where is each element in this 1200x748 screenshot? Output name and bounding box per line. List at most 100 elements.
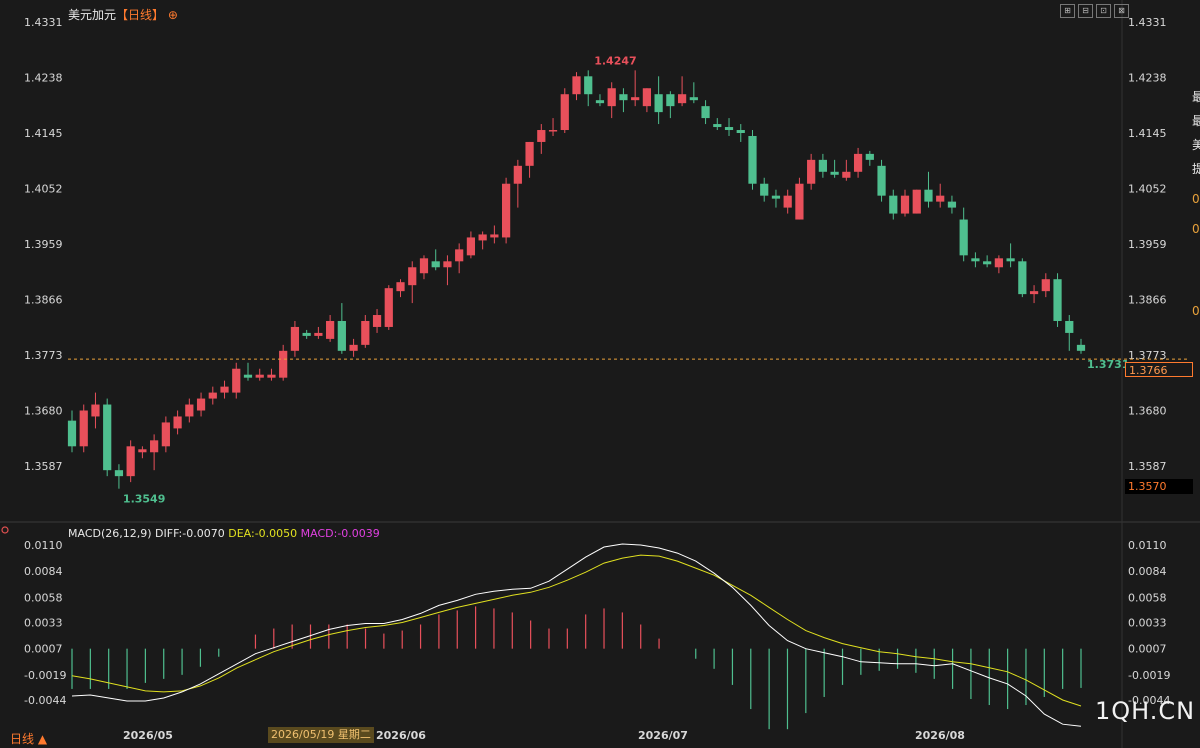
candle-body (255, 374, 264, 378)
macd-axis-label-right: 0.0033 (1128, 617, 1167, 630)
chart-canvas[interactable]: 1.4331 1.4331 1.4238 1.4238 1.4145 1.4145 1.40… (0, 0, 1200, 748)
candle-body (103, 404, 112, 471)
candle-body (584, 76, 593, 95)
candle-body (724, 127, 734, 131)
candle-body (983, 261, 992, 265)
time-axis-label: 2026/07 (638, 729, 688, 742)
chart-toolbar: ⊞ ⊟ ⊡ ⊠ (1060, 4, 1129, 18)
timeframe-selector[interactable]: 日线 ▲ (10, 730, 47, 747)
candle-body (501, 183, 511, 238)
candle-body (560, 94, 569, 131)
candle-body (243, 374, 253, 378)
candle-body (971, 258, 980, 262)
candle-body (548, 130, 558, 132)
candle-body (900, 195, 910, 214)
expand-icon[interactable]: ⊞ (1060, 4, 1075, 18)
add-icon[interactable]: ⊕ (168, 8, 178, 22)
price-axis-label-right: 1.4052 (1128, 183, 1167, 196)
candle-body (79, 410, 88, 447)
candle-body (631, 97, 640, 101)
candle-body (572, 76, 581, 95)
time-axis-label: 2026/06 (376, 729, 426, 742)
candle-body (947, 201, 957, 208)
candle-body (419, 258, 429, 274)
candle-body (208, 392, 217, 399)
candle-body (455, 249, 464, 262)
macd-axis-label-left: 0.0110 (24, 539, 63, 552)
collapse-icon[interactable]: ⊟ (1078, 4, 1093, 18)
macd-dea-value: DEA:-0.0050 (228, 527, 298, 540)
macd-axis-label-left: 0.0058 (24, 591, 63, 604)
candle-body (654, 94, 663, 113)
price-axis-label-right: 1.3773 (1128, 349, 1167, 362)
price-axis-label-left: 1.4052 (24, 183, 63, 196)
current-price-tag: 1.3766 (1125, 362, 1193, 377)
side-panel-value: 0 (1192, 222, 1200, 236)
candle-body (713, 124, 722, 128)
fit-icon[interactable]: ⊡ (1096, 4, 1111, 18)
candle-body (150, 440, 159, 453)
candle-body (771, 195, 781, 199)
macd-axis-label-right: 0.0110 (1128, 539, 1167, 552)
candle-body (525, 141, 534, 166)
price-axis-label-right: 1.4238 (1128, 72, 1167, 85)
candle-body (748, 135, 757, 184)
candle-body (384, 288, 393, 327)
candle-body (196, 398, 206, 411)
candle-body (936, 195, 945, 202)
last-low-annotation: 1.3731 (1087, 358, 1129, 371)
close-icon[interactable]: ⊠ (1114, 4, 1129, 18)
macd-axis-label-right: 0.0058 (1128, 591, 1167, 604)
candle-body (760, 183, 769, 196)
candle-body (795, 183, 804, 220)
macd-params: MACD(26,12,9) (68, 527, 152, 540)
side-panel-value: 0 (1192, 304, 1200, 318)
price-axis-label-left: 1.3587 (24, 460, 63, 473)
crosshair-date-chip: 2026/05/19 星期二 (268, 727, 374, 743)
candle-body (302, 332, 311, 336)
candle-body (1076, 344, 1086, 351)
candle-body (1041, 279, 1050, 292)
macd-diff-value: DIFF:-0.0070 (155, 527, 225, 540)
candle-body (396, 282, 405, 292)
side-panel-char: 最 (1192, 114, 1200, 128)
candle-body (959, 219, 968, 256)
price-axis-label-right: 1.3680 (1128, 405, 1167, 418)
candle-body (443, 261, 452, 268)
candle-body (994, 258, 1003, 268)
candle-body (595, 100, 605, 104)
macd-axis-label-left: 0.0007 (24, 643, 63, 656)
price-axis-label-right: 1.4331 (1128, 16, 1167, 29)
candle-body (267, 374, 276, 378)
timeframe-badge[interactable]: 【日线】 (116, 8, 164, 22)
macd-axis-label-left: 0.0033 (24, 617, 63, 630)
chart-title: 美元加元【日线】 ⊕ (68, 6, 178, 23)
candle-body (818, 159, 827, 172)
macd-diff-line (71, 543, 1082, 727)
macd-axis-label-right: 0.0007 (1128, 643, 1167, 656)
price-axis-label-left: 1.4331 (24, 16, 63, 29)
price-axis-label-right: 1.3959 (1128, 238, 1167, 251)
time-axis-label: 2026/08 (915, 729, 965, 742)
price-axis-label-right: 1.3866 (1128, 294, 1167, 307)
macd-axis-label-left: -0.0019 (24, 669, 66, 682)
macd-dea-line (71, 554, 1082, 707)
candle-body (677, 94, 687, 104)
candle-body (912, 189, 921, 214)
watermark-logo: 1QH.CN (1095, 697, 1196, 725)
candle-body (91, 404, 100, 417)
side-panel-value: 0 (1192, 192, 1200, 206)
low-price-tag: 1.3570 (1125, 479, 1193, 494)
price-axis-label-left: 1.3866 (24, 294, 63, 307)
candle-body (1006, 258, 1015, 262)
candle-body (1029, 291, 1039, 295)
price-axis-label-right: 1.4145 (1128, 127, 1167, 140)
candle-body (478, 234, 487, 241)
indicator-dot-icon (1, 526, 9, 534)
macd-macd-value: MACD:-0.0039 (300, 527, 380, 540)
candle-body (290, 326, 300, 351)
low-annotation: 1.3549 (123, 493, 165, 506)
macd-axis-label-right: -0.0019 (1128, 669, 1170, 682)
candle-body (853, 153, 863, 172)
candle-body (337, 320, 346, 351)
